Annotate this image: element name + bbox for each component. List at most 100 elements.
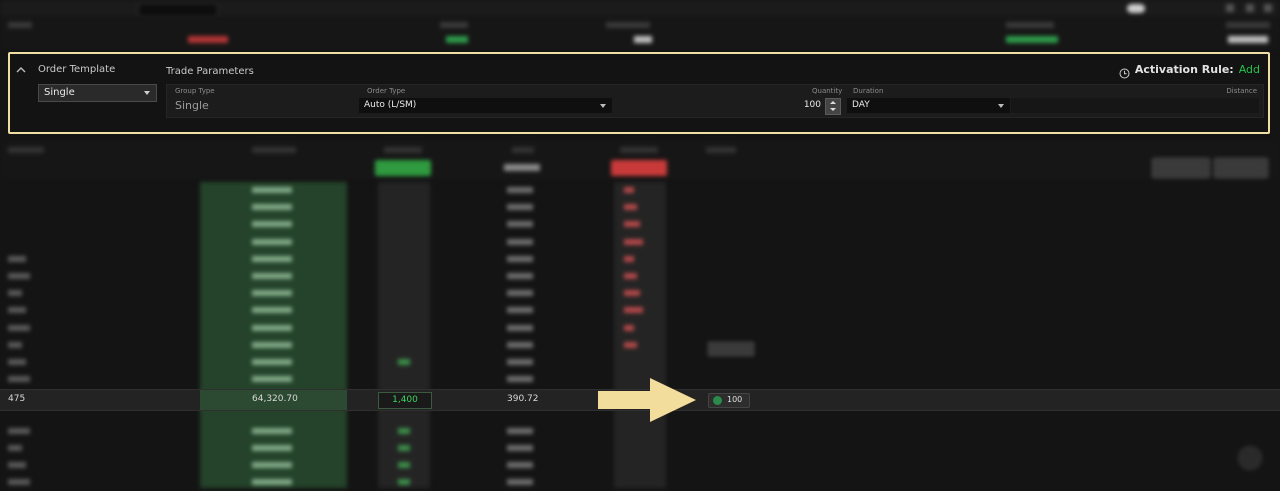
ladder-cell	[507, 238, 533, 245]
ladder-row[interactable]	[0, 302, 1280, 319]
trade-parameters-row: Group Type Single Order Type Auto (L/SM)…	[166, 84, 1264, 118]
distance-input[interactable]	[1011, 98, 1259, 113]
order-type-label: Order Type	[367, 87, 406, 95]
ladder-cell	[252, 255, 292, 262]
ladder-cell	[507, 290, 533, 297]
annotation-arrow-icon	[598, 378, 696, 422]
ladder-cell	[507, 341, 533, 348]
ladder-cell	[507, 187, 533, 193]
ladder-cell	[507, 324, 533, 331]
ladder-row[interactable]	[0, 474, 1280, 491]
ladder-cell	[624, 238, 643, 245]
price-ladder[interactable]	[0, 182, 1280, 488]
ladder-cell	[252, 445, 292, 451]
ladder-cell	[252, 187, 292, 193]
help-icon[interactable]	[1238, 446, 1262, 470]
ladder-cell	[507, 462, 533, 469]
quantity-input[interactable]: 100	[767, 98, 821, 113]
duration-label: Duration	[853, 87, 884, 95]
ladder-cell	[8, 290, 22, 297]
chevron-down-icon	[600, 104, 606, 108]
window-title-bar	[0, 0, 1280, 18]
working-order-badge[interactable]: 100	[708, 393, 750, 408]
working-order-badge[interactable]	[708, 342, 754, 356]
flatten-button[interactable]	[1214, 158, 1268, 178]
chevron-down-icon	[144, 91, 150, 95]
ladder-row[interactable]	[0, 457, 1280, 474]
ladder-cell	[8, 273, 30, 279]
distance-label: Distance	[1226, 87, 1257, 95]
ladder-row[interactable]	[0, 199, 1280, 216]
column-header-sell	[620, 147, 658, 153]
ladder-row[interactable]	[0, 440, 1280, 457]
stat-label	[606, 22, 650, 28]
ladder-cell	[8, 479, 30, 486]
stepper-up-icon[interactable]	[830, 101, 836, 104]
column-header-price	[252, 147, 296, 153]
stat-value	[1228, 36, 1268, 43]
ladder-cell	[624, 341, 637, 348]
ladder-row[interactable]	[0, 354, 1280, 371]
ladder-cell	[252, 290, 292, 297]
buy-size-cell[interactable]: 1,400	[378, 392, 432, 409]
symbol-selector[interactable]	[138, 3, 218, 17]
ladder-row[interactable]	[0, 251, 1280, 268]
stat-value-positive	[446, 36, 468, 43]
ladder-row[interactable]	[0, 182, 1280, 199]
ladder-row[interactable]	[0, 234, 1280, 251]
ladder-cell	[8, 307, 26, 314]
ladder-cell	[252, 324, 292, 331]
ladder-cell	[8, 462, 26, 469]
ladder-cell	[252, 221, 292, 228]
ladder-cell	[507, 479, 533, 486]
activation-rule-label: Activation Rule:	[1134, 63, 1234, 76]
toggle-switch[interactable]	[1127, 4, 1145, 13]
duration-select[interactable]: DAY	[847, 98, 1010, 113]
ladder-cell	[8, 445, 22, 451]
center-label	[504, 164, 540, 171]
settings-icon[interactable]	[1246, 4, 1254, 12]
ladder-row[interactable]	[0, 216, 1280, 233]
ladder-cell	[507, 221, 533, 228]
ladder-cell	[507, 204, 533, 211]
ladder-row[interactable]	[0, 285, 1280, 302]
ladder-cell	[252, 359, 292, 365]
ladder-row[interactable]	[0, 268, 1280, 285]
ladder-row[interactable]	[0, 320, 1280, 337]
quantity-stepper[interactable]	[825, 98, 841, 115]
activation-rule: Activation Rule: Add	[1119, 63, 1260, 79]
order-type-value: Auto (L/SM)	[364, 100, 417, 110]
cancel-button[interactable]	[1152, 158, 1210, 178]
ladder-cell	[398, 359, 410, 365]
column-header-mark	[512, 147, 534, 153]
stat-label	[8, 22, 32, 28]
clock-icon	[1119, 64, 1130, 79]
order-template-select[interactable]: Single	[38, 84, 157, 102]
chevron-down-icon	[998, 104, 1004, 108]
add-activation-rule-link[interactable]: Add	[1239, 63, 1260, 76]
ladder-cell	[624, 255, 634, 262]
order-type-select[interactable]: Auto (L/SM)	[359, 98, 612, 113]
close-icon[interactable]	[1264, 4, 1272, 12]
ladder-cell	[252, 273, 292, 279]
stepper-down-icon[interactable]	[830, 108, 836, 111]
ladder-cell	[624, 187, 634, 193]
ladder-cell	[507, 273, 533, 279]
sell-market-button[interactable]	[611, 160, 667, 176]
trade-parameters-label: Trade Parameters	[166, 66, 254, 77]
ladder-cell	[252, 238, 292, 245]
position-stats-bar	[0, 18, 1280, 50]
ladder-cell	[507, 445, 533, 451]
ladder-cell	[624, 204, 637, 211]
ladder-cell	[507, 359, 533, 365]
stat-value-positive	[1006, 36, 1058, 43]
order-quantity: 100	[727, 395, 743, 404]
ladder-row[interactable]	[0, 337, 1280, 354]
ladder-cell	[8, 359, 26, 365]
link-icon[interactable]	[1226, 4, 1234, 12]
order-template-label: Order Template	[38, 64, 116, 75]
ladder-cell	[507, 376, 533, 383]
buy-market-button[interactable]	[375, 160, 431, 176]
collapse-chevron-up-icon[interactable]	[15, 64, 27, 76]
ladder-row[interactable]	[0, 423, 1280, 440]
